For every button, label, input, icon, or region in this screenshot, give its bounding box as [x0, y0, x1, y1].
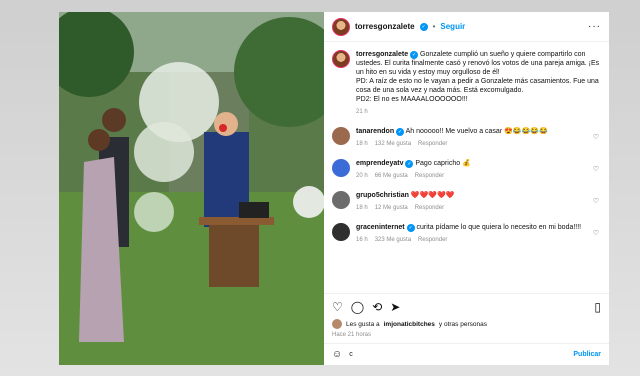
avatar[interactable] [332, 159, 350, 177]
reply-button[interactable]: Responder [418, 236, 447, 245]
comment-text: curita pídame lo que quiera lo necesito … [416, 224, 582, 231]
caption-body: torresgonzalete ✓ Gonzalete cumplió un s… [356, 50, 601, 117]
avatar[interactable] [332, 191, 350, 209]
comment-likes[interactable]: 12 Me gusta [375, 204, 408, 213]
comment-emojis: 😍😂😂😂😂 [504, 128, 548, 135]
wedding-photo-illustration [59, 12, 324, 365]
caption-text-3: PD2: El no es MAAAALOOOOOO!!! [356, 96, 468, 103]
list-item: grupo5christian ❤️❤️❤️❤️❤️ 18 h 12 Me gu… [332, 191, 601, 213]
caption-text-2: PD: A raíz de esto no le vayan a pedir a… [356, 78, 599, 94]
action-icons: ♡ ◯ ⟲ ➤ ▯ [332, 300, 601, 314]
header-username[interactable]: torresgonzalete [355, 22, 415, 31]
verified-icon: ✓ [405, 160, 414, 168]
comment-icon[interactable]: ◯ [351, 300, 364, 314]
like-comment-icon[interactable]: ♡ [593, 197, 599, 205]
post-photo [59, 12, 324, 365]
emoji-icon[interactable]: ☺ [332, 349, 342, 360]
comment-likes[interactable]: 66 Me gusta [375, 172, 408, 181]
comment-body: tanarendon ✓ Ah nooooo!! Me vuelvo a cas… [356, 127, 601, 149]
comment-meta: 18 h 132 Me gusta Responder [356, 140, 585, 149]
post-actions: ♡ ◯ ⟲ ➤ ▯ Les gusta a imjonaticbitches y… [324, 293, 609, 343]
caption-time: 21 h [356, 109, 368, 115]
like-comment-icon[interactable]: ♡ [593, 165, 599, 173]
post-modal: torresgonzalete ✓ • Seguir ··· torresgon… [59, 12, 609, 365]
comment-body: graceninternet ✓ curita pídame lo que qu… [356, 223, 601, 245]
list-item: tanarendon ✓ Ah nooooo!! Me vuelvo a cas… [332, 127, 601, 149]
comment-emojis: 💰 [462, 160, 471, 167]
share-icon[interactable]: ➤ [390, 300, 400, 314]
comment-time: 16 h [356, 237, 368, 243]
liker-avatar[interactable] [332, 319, 342, 329]
likes-prefix: Les gusta a [346, 320, 380, 328]
comment-meta: 20 h 66 Me gusta Responder [356, 172, 585, 181]
caption-avatar[interactable] [332, 50, 350, 68]
caption: torresgonzalete ✓ Gonzalete cumplió un s… [332, 50, 601, 117]
avatar[interactable] [332, 127, 350, 145]
like-comment-icon[interactable]: ♡ [593, 229, 599, 237]
comments-scroll[interactable]: torresgonzalete ✓ Gonzalete cumplió un s… [324, 42, 609, 293]
comment-likes[interactable]: 132 Me gusta [375, 140, 411, 149]
avatar[interactable] [332, 223, 350, 241]
comment-input[interactable] [349, 351, 567, 358]
post-header: torresgonzalete ✓ • Seguir ··· [324, 12, 609, 42]
more-horizontal-icon[interactable]: ··· [588, 21, 601, 32]
comment-composer: ☺ Publicar [324, 343, 609, 365]
verified-icon: ✓ [396, 128, 405, 136]
comment-username[interactable]: emprendeyatv [356, 160, 403, 167]
list-item: emprendeyatv ✓ Pago capricho 💰 20 h 66 M… [332, 159, 601, 181]
follow-button[interactable]: Seguir [440, 22, 465, 31]
comment-username[interactable]: grupo5christian [356, 192, 409, 199]
comment-text: Pago capricho [415, 160, 461, 167]
comment-time: 18 h [356, 141, 368, 147]
reply-button[interactable]: Responder [415, 204, 444, 213]
caption-username[interactable]: torresgonzalete [356, 51, 408, 58]
verified-icon: ✓ [419, 22, 428, 31]
comment-meta: 16 h 323 Me gusta Responder [356, 236, 585, 245]
comment-username[interactable]: tanarendon [356, 128, 394, 135]
comment-emojis: ❤️❤️❤️❤️❤️ [410, 192, 455, 199]
list-item: graceninternet ✓ curita pídame lo que qu… [332, 223, 601, 245]
reply-button[interactable]: Responder [418, 140, 447, 149]
verified-icon: ✓ [410, 51, 419, 59]
comment-username[interactable]: graceninternet [356, 224, 405, 231]
comment-time: 18 h [356, 205, 368, 211]
repost-icon[interactable]: ⟲ [372, 300, 382, 314]
screenshot-background: torresgonzalete ✓ • Seguir ··· torresgon… [0, 0, 640, 376]
comment-body: emprendeyatv ✓ Pago capricho 💰 20 h 66 M… [356, 159, 601, 181]
separator-dot: • [432, 22, 436, 31]
comment-body: grupo5christian ❤️❤️❤️❤️❤️ 18 h 12 Me gu… [356, 191, 601, 213]
avatar[interactable] [332, 17, 350, 36]
comment-likes[interactable]: 323 Me gusta [375, 236, 411, 245]
publish-button[interactable]: Publicar [573, 351, 601, 358]
likes-suffix[interactable]: y otras personas [439, 321, 487, 328]
like-comment-icon[interactable]: ♡ [593, 133, 599, 141]
comment-time: 20 h [356, 173, 368, 179]
comment-text: Ah nooooo!! Me vuelvo a casar [405, 128, 503, 135]
post-time: Hace 21 horas [332, 332, 372, 338]
likes-user[interactable]: imjonaticbitches [384, 321, 435, 328]
comment-meta: 18 h 12 Me gusta Responder [356, 204, 585, 213]
bookmark-icon[interactable]: ▯ [594, 300, 601, 314]
verified-icon: ✓ [406, 224, 415, 232]
likes-summary: Les gusta a imjonaticbitches y otras per… [332, 319, 601, 329]
reply-button[interactable]: Responder [415, 172, 444, 181]
post-panel: torresgonzalete ✓ • Seguir ··· torresgon… [324, 12, 609, 365]
like-heart-icon[interactable]: ♡ [332, 300, 343, 314]
